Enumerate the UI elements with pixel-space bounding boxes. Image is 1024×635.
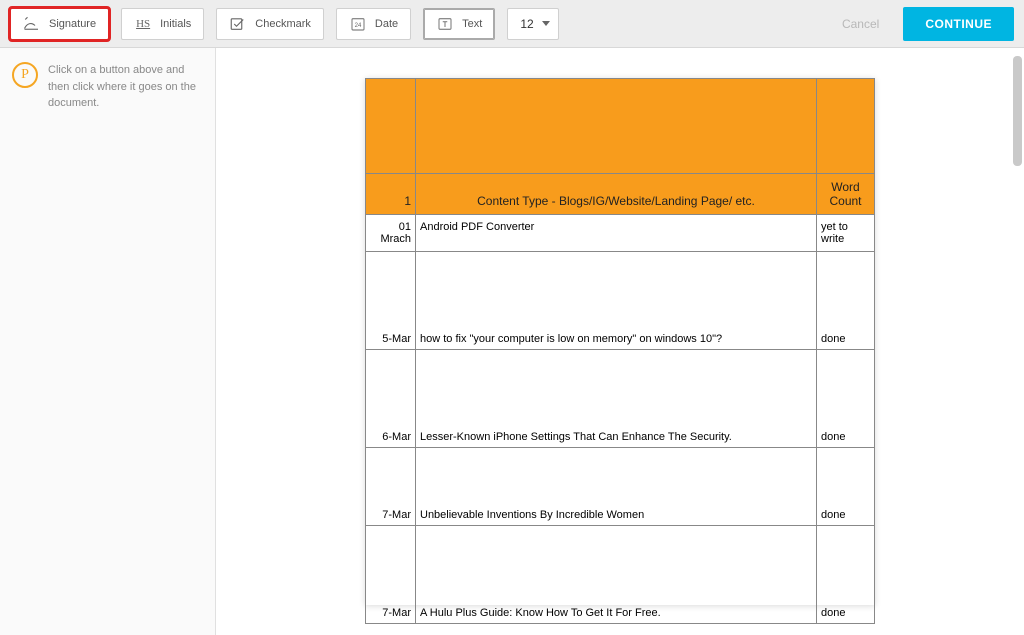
cell-date: 7-Mar [366, 526, 416, 624]
header-col1: 1 [366, 174, 416, 215]
font-size-select[interactable]: 12 [507, 8, 558, 40]
signature-icon [23, 15, 41, 33]
scrollbar-thumb[interactable] [1013, 56, 1022, 166]
document-page[interactable]: 1 Content Type - Blogs/IG/Website/Landin… [365, 78, 875, 605]
help-badge-icon: P [12, 62, 38, 88]
cell-status: done [817, 448, 875, 526]
signature-label: Signature [49, 18, 96, 30]
text-icon [436, 15, 454, 33]
date-label: Date [375, 18, 398, 30]
cell-date: 6-Mar [366, 350, 416, 448]
sidebar: P Click on a button above and then click… [0, 48, 216, 635]
cell-content: Unbelievable Inventions By Incredible Wo… [416, 448, 817, 526]
cell-content: A Hulu Plus Guide: Know How To Get It Fo… [416, 526, 817, 624]
text-button[interactable]: Text [423, 8, 495, 40]
chevron-down-icon [542, 21, 550, 26]
date-icon: 24 [349, 15, 367, 33]
checkmark-button[interactable]: Checkmark [216, 8, 324, 40]
cell-content: how to fix "your computer is low on memo… [416, 252, 817, 350]
checkmark-label: Checkmark [255, 18, 311, 30]
continue-button[interactable]: CONTINUE [903, 7, 1014, 41]
header-cell [416, 79, 817, 174]
header-col3: Word Count [817, 174, 875, 215]
signature-button[interactable]: Signature [10, 8, 109, 40]
checkmark-icon [229, 15, 247, 33]
date-button[interactable]: 24 Date [336, 8, 411, 40]
cell-status: yet to write [817, 215, 875, 252]
initials-icon: HS [134, 15, 152, 33]
text-label: Text [462, 18, 482, 30]
header-cell [366, 79, 416, 174]
header-col2: Content Type - Blogs/IG/Website/Landing … [416, 174, 817, 215]
cancel-button[interactable]: Cancel [830, 17, 891, 31]
cell-status: done [817, 252, 875, 350]
hint-text: Click on a button above and then click w… [48, 62, 203, 621]
cell-date: 5-Mar [366, 252, 416, 350]
svg-text:24: 24 [355, 23, 362, 29]
header-cell [817, 79, 875, 174]
initials-button[interactable]: HS Initials [121, 8, 204, 40]
cell-date: 7-Mar [366, 448, 416, 526]
cell-status: done [817, 350, 875, 448]
content-table: 1 Content Type - Blogs/IG/Website/Landin… [365, 78, 875, 624]
toolbar: Signature HS Initials Checkmark 24 Date [0, 0, 1024, 48]
cell-content: Lesser-Known iPhone Settings That Can En… [416, 350, 817, 448]
font-size-value: 12 [520, 17, 533, 31]
cell-content: Android PDF Converter [416, 215, 817, 252]
document-viewport[interactable]: 1 Content Type - Blogs/IG/Website/Landin… [216, 48, 1024, 635]
main-area: P Click on a button above and then click… [0, 48, 1024, 635]
initials-label: Initials [160, 18, 191, 30]
cell-status: done [817, 526, 875, 624]
cell-date: 01 Mrach [366, 215, 416, 252]
